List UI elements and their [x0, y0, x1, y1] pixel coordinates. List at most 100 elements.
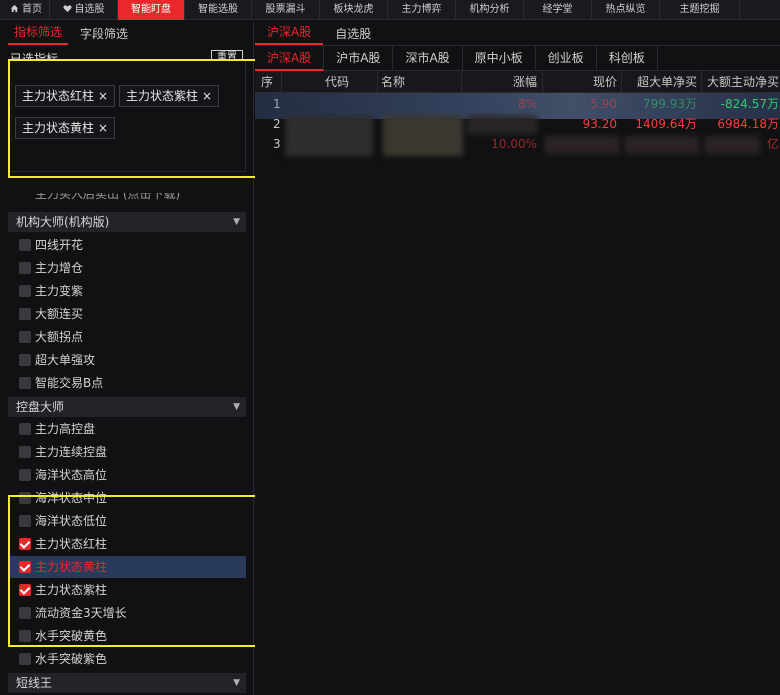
indicator-item-main-red[interactable]: 主力状态红柱: [8, 533, 246, 555]
nav-tab-theme-mining[interactable]: 主题挖掘: [660, 0, 740, 20]
col-code[interactable]: 代码: [325, 71, 349, 93]
column-divider: [701, 71, 702, 93]
indicator-item[interactable]: 海洋状态低位: [8, 510, 246, 532]
checkbox[interactable]: [19, 607, 31, 619]
checkbox[interactable]: [19, 239, 31, 251]
indicator-item[interactable]: 超大单强攻: [8, 349, 246, 371]
close-icon[interactable]: ×: [202, 89, 212, 103]
group-institution-master[interactable]: 机构大师(机构版) ▼: [8, 212, 246, 232]
indicator-item[interactable]: 大额拐点: [8, 326, 246, 348]
filter-subtabs: 指标筛选 字段筛选: [0, 21, 253, 45]
heart-icon: [62, 1, 72, 13]
column-divider: [621, 71, 622, 93]
stock-result-panel: 沪深A股 自选股 沪深A股 沪市A股 深市A股 原中小板 创业板 科创板 序 代…: [255, 21, 780, 695]
checkbox[interactable]: [19, 377, 31, 389]
indicator-item[interactable]: 主力变紫: [8, 280, 246, 302]
indicator-item[interactable]: 主力连续控盘: [8, 441, 246, 463]
indicator-item[interactable]: 智能交易B点: [8, 372, 246, 394]
nav-tab-smart-monitor[interactable]: 智能盯盘: [118, 0, 185, 20]
indicator-item[interactable]: 大额连买: [8, 303, 246, 325]
chip-main-red[interactable]: 主力状态红柱 ×: [15, 85, 116, 107]
indicator-item[interactable]: 水手突破黄色: [8, 625, 246, 647]
checkbox[interactable]: [19, 515, 31, 527]
top-nav: 首页 自选股 智能盯盘 智能选股 股票漏斗 板块龙虎 主力博弈 机构分析 经学堂…: [0, 0, 780, 20]
redacted-big-net: [705, 136, 760, 154]
tab-all-a-shares[interactable]: 沪深A股: [255, 23, 324, 45]
row-big-net: 6984.18万: [717, 117, 779, 131]
indicator-item[interactable]: 主力高控盘: [8, 418, 246, 440]
row-super-net: 799.93万: [643, 97, 697, 111]
market-tab-star[interactable]: 科创板: [597, 46, 658, 71]
redacted-super-net: [625, 136, 699, 154]
nav-tab-main-force[interactable]: 主力博弈: [388, 0, 456, 20]
chevron-down-icon: ▼: [233, 402, 240, 412]
market-tab-chinext[interactable]: 创业板: [536, 46, 597, 71]
nav-tab-smart-picker[interactable]: 智能选股: [185, 0, 252, 20]
checkbox[interactable]: [19, 653, 31, 665]
checkbox[interactable]: [19, 285, 31, 297]
row-change: 10.00%: [491, 137, 537, 151]
group-short-king[interactable]: 短线王 ▼: [8, 673, 246, 693]
indicator-item[interactable]: 主力增仓: [8, 257, 246, 279]
redacted-price: [545, 136, 620, 154]
indicator-item[interactable]: 海洋状态中位: [8, 487, 246, 509]
market-tab-sh-a[interactable]: 沪市A股: [324, 46, 394, 71]
indicator-item[interactable]: 流动资金3天增长: [8, 602, 246, 624]
checkbox[interactable]: [19, 469, 31, 481]
nav-tab-sector-dragon[interactable]: 板块龙虎: [320, 0, 388, 20]
close-icon[interactable]: ×: [98, 121, 108, 135]
market-tab-hs-a[interactable]: 沪深A股: [255, 46, 325, 71]
market-tab-sz-a[interactable]: 深市A股: [393, 46, 463, 71]
partially-hidden-item: 主力买入后卖出 (点击下载): [35, 193, 181, 201]
checkbox[interactable]: [19, 262, 31, 274]
checkbox[interactable]: [19, 308, 31, 320]
row-change: 8%: [517, 97, 537, 111]
checkbox-checked[interactable]: [19, 561, 31, 573]
nav-tab-stock-funnel[interactable]: 股票漏斗: [252, 0, 320, 20]
col-super-net-buy[interactable]: 超大单净买: [625, 71, 697, 93]
tab-watchlist[interactable]: 自选股: [323, 25, 383, 45]
nav-tab-institution[interactable]: 机构分析: [456, 0, 524, 20]
checkbox[interactable]: [19, 423, 31, 435]
tab-field-filter[interactable]: 字段筛选: [74, 25, 134, 45]
checkbox[interactable]: [19, 446, 31, 458]
checkbox-checked[interactable]: [19, 584, 31, 596]
chip-main-yellow[interactable]: 主力状态黄柱 ×: [15, 117, 116, 139]
checkbox[interactable]: [19, 492, 31, 504]
row-index: 1: [273, 97, 281, 111]
indicator-item[interactable]: 四线开花: [8, 234, 246, 256]
redacted-name: [383, 116, 463, 156]
market-tab-sme[interactable]: 原中小板: [463, 46, 536, 71]
checkbox[interactable]: [19, 630, 31, 642]
nav-tab-watchlist[interactable]: 自选股: [50, 0, 118, 20]
chevron-down-icon: ▼: [233, 217, 240, 227]
row-big-net: -824.57万: [720, 97, 779, 111]
col-index[interactable]: 序: [261, 71, 273, 93]
home-icon: [10, 1, 19, 13]
indicator-item[interactable]: 水手突破紫色: [8, 648, 246, 670]
column-divider: [461, 71, 462, 93]
checkbox-checked[interactable]: [19, 538, 31, 550]
redacted-code: [285, 116, 373, 156]
col-big-active-net-buy[interactable]: 大额主动净买: [707, 71, 779, 93]
tab-indicator-filter[interactable]: 指标筛选: [8, 23, 69, 45]
table-row[interactable]: 1 8% 5.90 799.93万 -824.57万: [255, 95, 780, 113]
nav-tab-classroom[interactable]: 经学堂: [524, 0, 592, 20]
col-price[interactable]: 现价: [575, 71, 617, 93]
chip-main-purple[interactable]: 主力状态紫柱 ×: [119, 85, 220, 107]
group-control-master[interactable]: 控盘大师 ▼: [8, 397, 246, 417]
checkbox[interactable]: [19, 331, 31, 343]
row-price: 5.90: [590, 97, 617, 111]
column-divider: [542, 71, 543, 93]
checkbox[interactable]: [19, 354, 31, 366]
indicator-item-main-yellow[interactable]: 主力状态黄柱: [8, 556, 246, 578]
indicator-item-main-purple[interactable]: 主力状态紫柱: [8, 579, 246, 601]
row-index: 3: [273, 137, 281, 151]
col-change[interactable]: 涨幅: [505, 71, 537, 93]
column-divider: [377, 71, 378, 93]
nav-tab-hotspot[interactable]: 热点纵览: [592, 0, 660, 20]
nav-tab-home[interactable]: 首页: [0, 0, 50, 20]
close-icon[interactable]: ×: [98, 89, 108, 103]
indicator-item[interactable]: 海洋状态高位: [8, 464, 246, 486]
col-name[interactable]: 名称: [381, 71, 405, 93]
